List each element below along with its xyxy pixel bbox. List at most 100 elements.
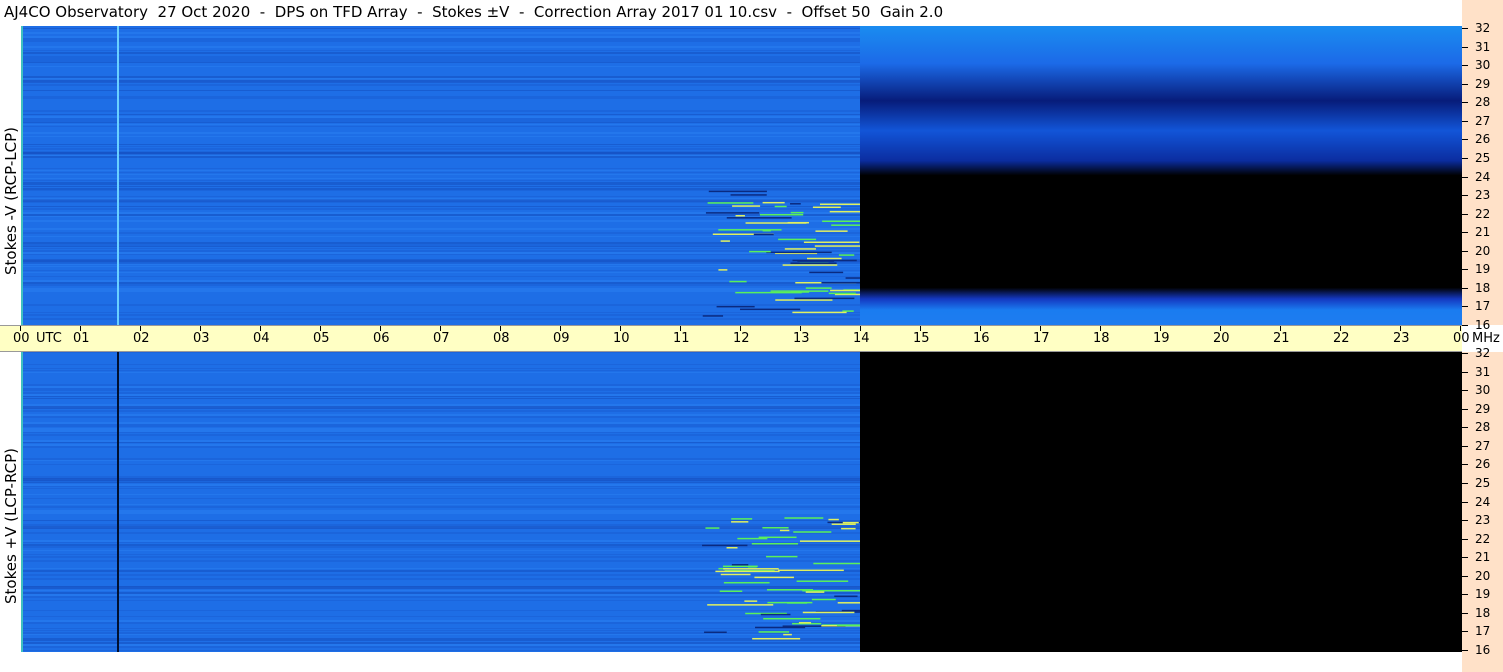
freq-tick: [1462, 408, 1468, 410]
spectrogram-bottom-svg: [21, 352, 1462, 652]
freq-tick-label: 25: [1475, 150, 1491, 165]
spectral-streak: [21, 504, 860, 505]
rfi-dash: [770, 290, 829, 292]
rfi-dash: [798, 622, 812, 624]
rfi-dash: [838, 254, 855, 256]
spectral-streak: [21, 156, 860, 158]
spectral-streak: [21, 610, 860, 611]
rfi-dash: [802, 611, 855, 614]
time-tick-label: 07: [433, 331, 450, 346]
time-tick-label: 15: [913, 331, 930, 346]
spectral-streak: [21, 554, 860, 555]
time-tick-label: 02: [133, 331, 150, 346]
spectral-streak: [21, 620, 860, 622]
spectral-streak: [21, 488, 860, 489]
rfi-dash: [774, 205, 787, 208]
freq-tick-label: 22: [1475, 206, 1491, 221]
time-tick-label: 22: [1333, 331, 1350, 346]
rfi-dash: [749, 250, 771, 253]
spectral-streak: [21, 318, 860, 320]
freq-tick: [1462, 390, 1468, 392]
spectral-streak: [21, 118, 860, 120]
rfi-dash: [784, 248, 816, 250]
freq-tick-label: 28: [1475, 420, 1491, 435]
time-tick-label: 03: [193, 331, 210, 346]
rfi-dash: [759, 213, 804, 216]
spectral-streak: [21, 290, 860, 292]
rfi-dash: [775, 299, 833, 301]
spectral-streak: [21, 650, 860, 651]
spectral-streak: [21, 578, 860, 580]
rfi-dash: [803, 241, 860, 244]
freq-tick-label: 30: [1475, 383, 1491, 398]
rfi-dash: [837, 602, 860, 604]
freq-tick: [1462, 631, 1468, 633]
time-tick-label: 21: [1273, 331, 1290, 346]
rfi-dash: [740, 308, 801, 311]
freq-tick: [1462, 46, 1468, 48]
time-tick-label: 14: [853, 331, 870, 346]
spectral-streak: [21, 510, 860, 512]
spectrogram-bottom: [21, 352, 1462, 652]
freq-tick-label: 20: [1475, 243, 1491, 258]
freq-tick-label: 20: [1475, 568, 1491, 583]
rfi-dash: [744, 600, 758, 602]
rfi-dash: [766, 555, 798, 558]
rfi-dash: [778, 238, 817, 241]
rfi-dash: [782, 264, 838, 266]
freq-tick: [1462, 464, 1468, 466]
spectral-streak: [21, 392, 860, 394]
vertical-line: [117, 26, 119, 325]
dark-band: [21, 199, 860, 203]
time-tick-label: 19: [1153, 331, 1170, 346]
spectral-streak: [21, 214, 860, 216]
rfi-dash: [828, 518, 839, 521]
time-tick-label: 09: [553, 331, 570, 346]
spectral-streak: [21, 632, 860, 634]
freq-tick: [1462, 650, 1468, 651]
freq-tick: [1462, 482, 1468, 484]
freq-tick: [1462, 232, 1468, 234]
rfi-dash: [719, 590, 743, 592]
spectral-streak: [21, 464, 860, 465]
ylabel-bottom: Stokes +V (LCP-RCP): [2, 448, 20, 604]
freq-tick: [1462, 557, 1468, 559]
left-edge: [21, 26, 23, 325]
spectral-streak: [21, 424, 860, 426]
rfi-dash: [802, 589, 860, 592]
spectral-streak: [21, 520, 860, 521]
rfi-dash: [755, 626, 806, 629]
spectral-streak: [21, 196, 860, 197]
spectral-streak: [21, 186, 860, 187]
rfi-dash: [705, 527, 720, 529]
rfi-dash: [726, 217, 792, 219]
rfi-dash: [805, 287, 832, 289]
spectral-streak: [21, 628, 860, 629]
spectral-streak: [21, 84, 860, 86]
freq-tick-label: 16: [1475, 643, 1491, 657]
spectral-streak: [21, 370, 860, 371]
spectral-streak: [21, 62, 860, 63]
freq-tick-label: 30: [1475, 58, 1491, 73]
freq-tick-label: 29: [1475, 401, 1491, 416]
time-tick-label: 18: [1093, 331, 1110, 346]
spectral-streak: [21, 246, 860, 247]
spectral-streak: [21, 28, 860, 29]
spectral-streak: [21, 98, 860, 99]
spectral-streak: [21, 540, 860, 542]
rfi-dash: [730, 194, 767, 196]
spectral-streak: [21, 594, 860, 596]
spectral-streak: [21, 146, 860, 147]
spectral-streak: [21, 394, 860, 396]
spectral-streak: [21, 46, 860, 48]
rfi-dash: [784, 517, 824, 519]
rfi-dash: [821, 281, 860, 284]
spectral-streak: [21, 172, 860, 173]
spectral-streak: [21, 512, 860, 514]
dark-band: [21, 478, 860, 481]
rfi-dash: [836, 624, 860, 627]
spectral-streak: [21, 596, 860, 598]
freq-tick-label: 23: [1475, 188, 1491, 203]
rfi-dash: [778, 569, 844, 572]
spectral-streak: [21, 622, 860, 624]
